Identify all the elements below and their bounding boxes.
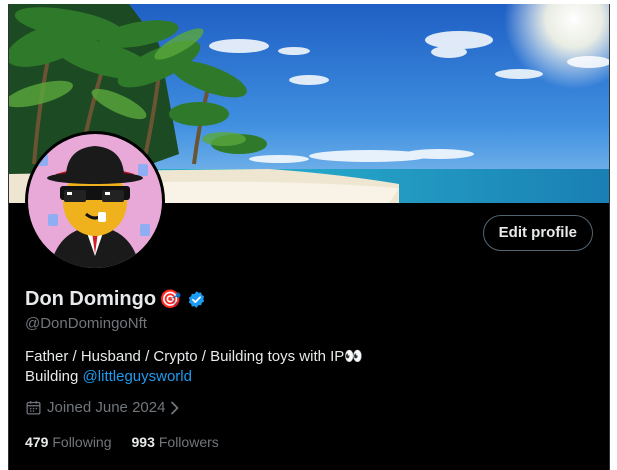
profile-handle: @DonDomingoNft [25, 315, 147, 332]
verified-badge-icon[interactable] [187, 290, 206, 309]
edit-profile-button[interactable]: Edit profile [482, 215, 593, 251]
following-link[interactable]: 479 Following [25, 434, 112, 450]
following-count: 479 [25, 434, 49, 450]
profile-bio: Father / Husband / Crypto / Building toy… [25, 347, 363, 387]
followers-label: Followers [158, 434, 219, 450]
calendar-icon [25, 399, 42, 416]
followers-count: 993 [131, 434, 155, 450]
name-row: Don Domingo 🎯 [25, 288, 206, 311]
bio-line-2: Building @littleguysworld [25, 367, 363, 387]
bio-line-1: Father / Husband / Crypto / Building toy… [25, 348, 363, 365]
display-name: Don Domingo [25, 288, 157, 310]
target-emoji: 🎯 [159, 289, 182, 309]
follow-stats: 479 Following 993 Followers [25, 434, 219, 450]
profile-avatar[interactable] [25, 131, 165, 271]
joined-label: Joined June 2024 [47, 399, 166, 416]
bio-mention-link[interactable]: @littleguysworld [83, 368, 192, 385]
bio-line-2-prefix: Building [25, 368, 83, 385]
followers-link[interactable]: 993 Followers [132, 434, 219, 450]
following-label: Following [52, 434, 112, 450]
joined-date[interactable]: Joined June 2024 [25, 399, 180, 416]
profile-panel: Edit profile Don Domingo 🎯 @DonDomingoNf… [8, 4, 610, 470]
avatar-image [28, 134, 162, 268]
chevron-right-icon [170, 401, 180, 415]
